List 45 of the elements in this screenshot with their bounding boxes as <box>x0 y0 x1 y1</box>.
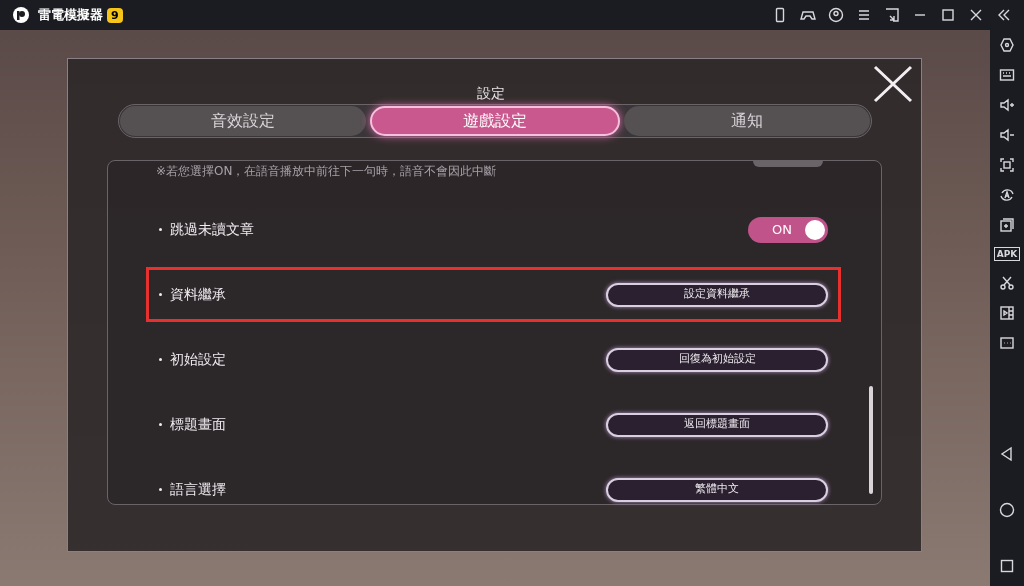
volume-down-icon[interactable] <box>999 127 1015 143</box>
volume-up-icon[interactable] <box>999 97 1015 113</box>
recents-icon[interactable] <box>999 558 1015 574</box>
toggle-switch[interactable]: ON <box>748 216 828 243</box>
collapse-icon[interactable] <box>996 7 1012 23</box>
settings-tab[interactable]: 通知 <box>623 106 870 136</box>
setting-label: 資料繼承 <box>170 285 226 304</box>
add-window-icon[interactable] <box>999 217 1015 233</box>
scrollbar[interactable] <box>869 386 873 494</box>
app-title: 雷電模擬器 <box>38 6 103 25</box>
maximize-icon[interactable] <box>940 7 956 23</box>
bullet-icon <box>159 488 162 491</box>
scissors-icon[interactable] <box>999 275 1015 291</box>
note-text: ※若您選擇ON，在語音播放中前往下一句時，語音不會因此中斷 <box>156 163 497 180</box>
hexagon-icon[interactable] <box>999 37 1015 53</box>
keyboard-icon[interactable] <box>999 67 1015 83</box>
menu-icon[interactable] <box>856 7 872 23</box>
more-icon[interactable] <box>999 335 1015 351</box>
setting-button[interactable]: 設定資料繼承 <box>606 282 828 307</box>
setting-label: 初始設定 <box>170 350 226 369</box>
bullet-icon <box>159 293 162 296</box>
back-icon[interactable] <box>999 446 1015 462</box>
settings-tab[interactable]: 音效設定 <box>119 106 366 136</box>
close-icon[interactable] <box>873 65 913 103</box>
account-icon[interactable] <box>828 7 844 23</box>
close-icon[interactable] <box>968 7 984 23</box>
home-icon[interactable] <box>999 502 1015 518</box>
screenshot-frame-icon[interactable] <box>999 157 1015 173</box>
bullet-icon <box>159 358 162 361</box>
bullet-icon <box>159 228 162 231</box>
dialog-title: 設定 <box>476 84 505 103</box>
setting-button[interactable]: 繁體中文 <box>606 477 828 502</box>
app-logo-icon <box>12 6 30 24</box>
apk-install-icon[interactable]: APK <box>994 247 1020 261</box>
setting-label: 標題畫面 <box>170 415 226 434</box>
settings-tab[interactable]: 遊戲設定 <box>369 106 620 136</box>
setting-button[interactable]: 回復為初始設定 <box>606 347 828 372</box>
setting-button[interactable]: 返回標題畫面 <box>606 412 828 437</box>
window-arrow-icon[interactable] <box>884 7 900 23</box>
setting-label: 語言選擇 <box>170 480 226 499</box>
version-badge: 9 <box>107 7 123 23</box>
video-icon[interactable] <box>999 305 1015 321</box>
rotate-icon[interactable] <box>999 187 1015 203</box>
bullet-icon <box>159 423 162 426</box>
setting-label: 跳過未讀文章 <box>170 220 254 239</box>
